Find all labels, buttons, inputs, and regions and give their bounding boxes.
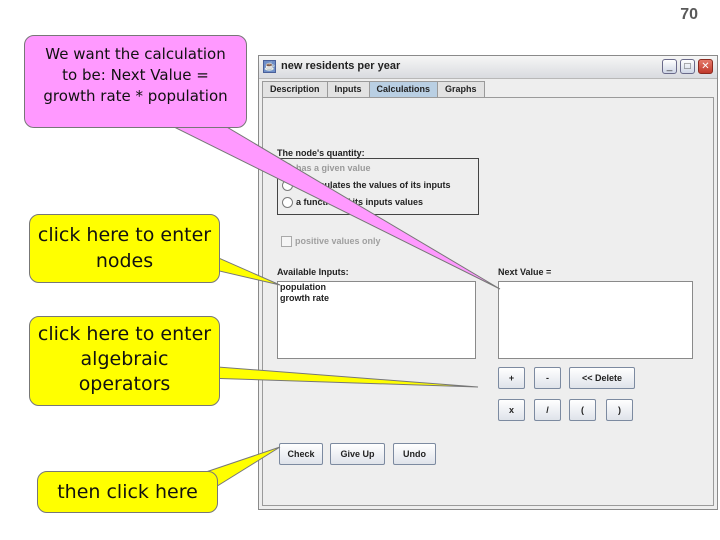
- calculation-callout-line: growth rate * population: [43, 87, 228, 105]
- operators-callout-line: algebraic: [80, 348, 169, 370]
- nodes-callout: click here to enter nodes: [29, 214, 220, 283]
- operators-callout-pointer: [204, 365, 479, 388]
- operators-callout: click here to enter algebraic operators: [29, 316, 220, 406]
- operators-callout-line: operators: [78, 373, 171, 395]
- nodes-callout-line: click here to enter: [37, 224, 212, 246]
- calculation-callout-line: We want the calculation: [45, 45, 226, 63]
- operators-callout-line: click here to enter: [37, 323, 212, 345]
- calculation-callout: We want the calculation to be: Next Valu…: [24, 35, 247, 128]
- nodes-callout-line: nodes: [95, 250, 154, 272]
- calculation-callout-line: to be: Next Value =: [62, 66, 209, 84]
- then-callout: then click here: [37, 471, 218, 513]
